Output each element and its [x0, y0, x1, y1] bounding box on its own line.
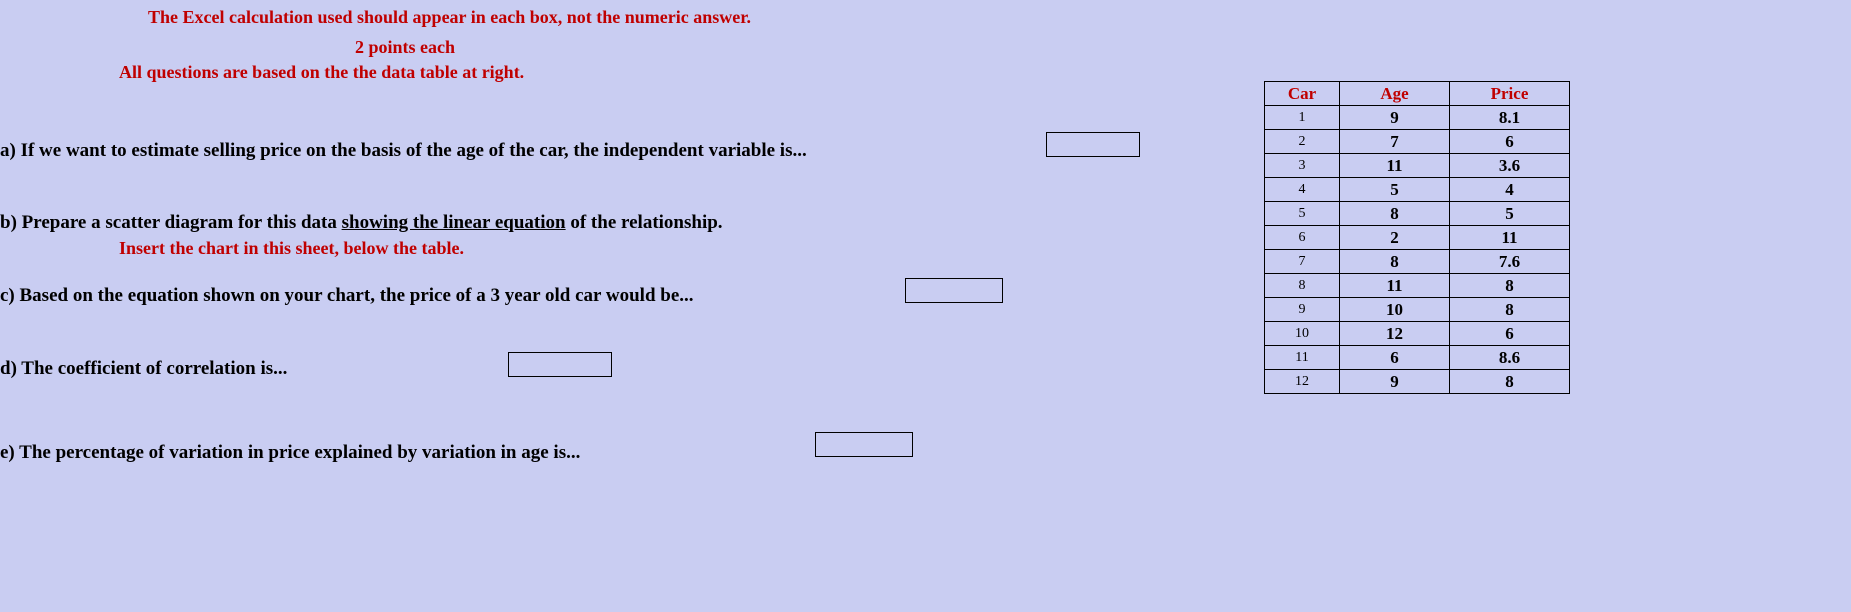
cell-price: 7.6 [1450, 250, 1570, 274]
cell-age: 5 [1340, 178, 1450, 202]
cell-price: 8 [1450, 274, 1570, 298]
cell-price: 3.6 [1450, 154, 1570, 178]
cell-car: 9 [1265, 298, 1340, 322]
table-row: 10126 [1265, 322, 1570, 346]
answer-box-e[interactable] [815, 432, 913, 457]
table-row: 198.1 [1265, 106, 1570, 130]
table-row: 3113.6 [1265, 154, 1570, 178]
cell-age: 9 [1340, 106, 1450, 130]
header-price: Price [1450, 82, 1570, 106]
table-header-row: Car Age Price [1265, 82, 1570, 106]
question-c: c) Based on the equation shown on your c… [0, 285, 694, 307]
table-row: 276 [1265, 130, 1570, 154]
table-row: 454 [1265, 178, 1570, 202]
table-row: 1298 [1265, 370, 1570, 394]
table-row: 1168.6 [1265, 346, 1570, 370]
cell-price: 8 [1450, 370, 1570, 394]
cell-age: 7 [1340, 130, 1450, 154]
cell-age: 6 [1340, 346, 1450, 370]
cell-car: 1 [1265, 106, 1340, 130]
points-label: 2 points each [355, 37, 455, 58]
answer-box-d[interactable] [508, 352, 612, 377]
cell-price: 5 [1450, 202, 1570, 226]
question-b-suffix: of the relationship. [566, 212, 723, 233]
cell-price: 8.1 [1450, 106, 1570, 130]
question-b: b) Prepare a scatter diagram for this da… [0, 212, 723, 234]
table-row: 9108 [1265, 298, 1570, 322]
cell-car: 3 [1265, 154, 1340, 178]
cell-age: 10 [1340, 298, 1450, 322]
cell-price: 4 [1450, 178, 1570, 202]
cell-car: 10 [1265, 322, 1340, 346]
cell-age: 8 [1340, 250, 1450, 274]
answer-box-a[interactable] [1046, 132, 1140, 157]
cell-age: 12 [1340, 322, 1450, 346]
cell-car: 2 [1265, 130, 1340, 154]
cell-age: 8 [1340, 202, 1450, 226]
header-age: Age [1340, 82, 1450, 106]
answer-box-c[interactable] [905, 278, 1003, 303]
cell-car: 7 [1265, 250, 1340, 274]
question-b-sub: Insert the chart in this sheet, below th… [119, 238, 464, 259]
cell-price: 8 [1450, 298, 1570, 322]
cell-age: 9 [1340, 370, 1450, 394]
data-table: Car Age Price 198.12763113.6454585621178… [1264, 81, 1570, 394]
based-on-label: All questions are based on the the data … [119, 62, 524, 83]
cell-car: 8 [1265, 274, 1340, 298]
question-b-prefix: b) Prepare a scatter diagram for this da… [0, 212, 342, 233]
question-d: d) The coefficient of correlation is... [0, 358, 287, 380]
instruction-top: The Excel calculation used should appear… [148, 7, 751, 28]
cell-car: 12 [1265, 370, 1340, 394]
cell-price: 6 [1450, 130, 1570, 154]
table-row: 6211 [1265, 226, 1570, 250]
cell-age: 2 [1340, 226, 1450, 250]
table-row: 787.6 [1265, 250, 1570, 274]
table-row: 8118 [1265, 274, 1570, 298]
cell-age: 11 [1340, 274, 1450, 298]
question-b-underlined: showing the linear equation [342, 212, 566, 233]
header-car: Car [1265, 82, 1340, 106]
cell-car: 4 [1265, 178, 1340, 202]
cell-price: 11 [1450, 226, 1570, 250]
question-a: a) If we want to estimate selling price … [0, 140, 807, 162]
cell-car: 11 [1265, 346, 1340, 370]
cell-car: 5 [1265, 202, 1340, 226]
question-e: e) The percentage of variation in price … [0, 442, 580, 464]
cell-price: 8.6 [1450, 346, 1570, 370]
cell-age: 11 [1340, 154, 1450, 178]
cell-car: 6 [1265, 226, 1340, 250]
cell-price: 6 [1450, 322, 1570, 346]
table-row: 585 [1265, 202, 1570, 226]
